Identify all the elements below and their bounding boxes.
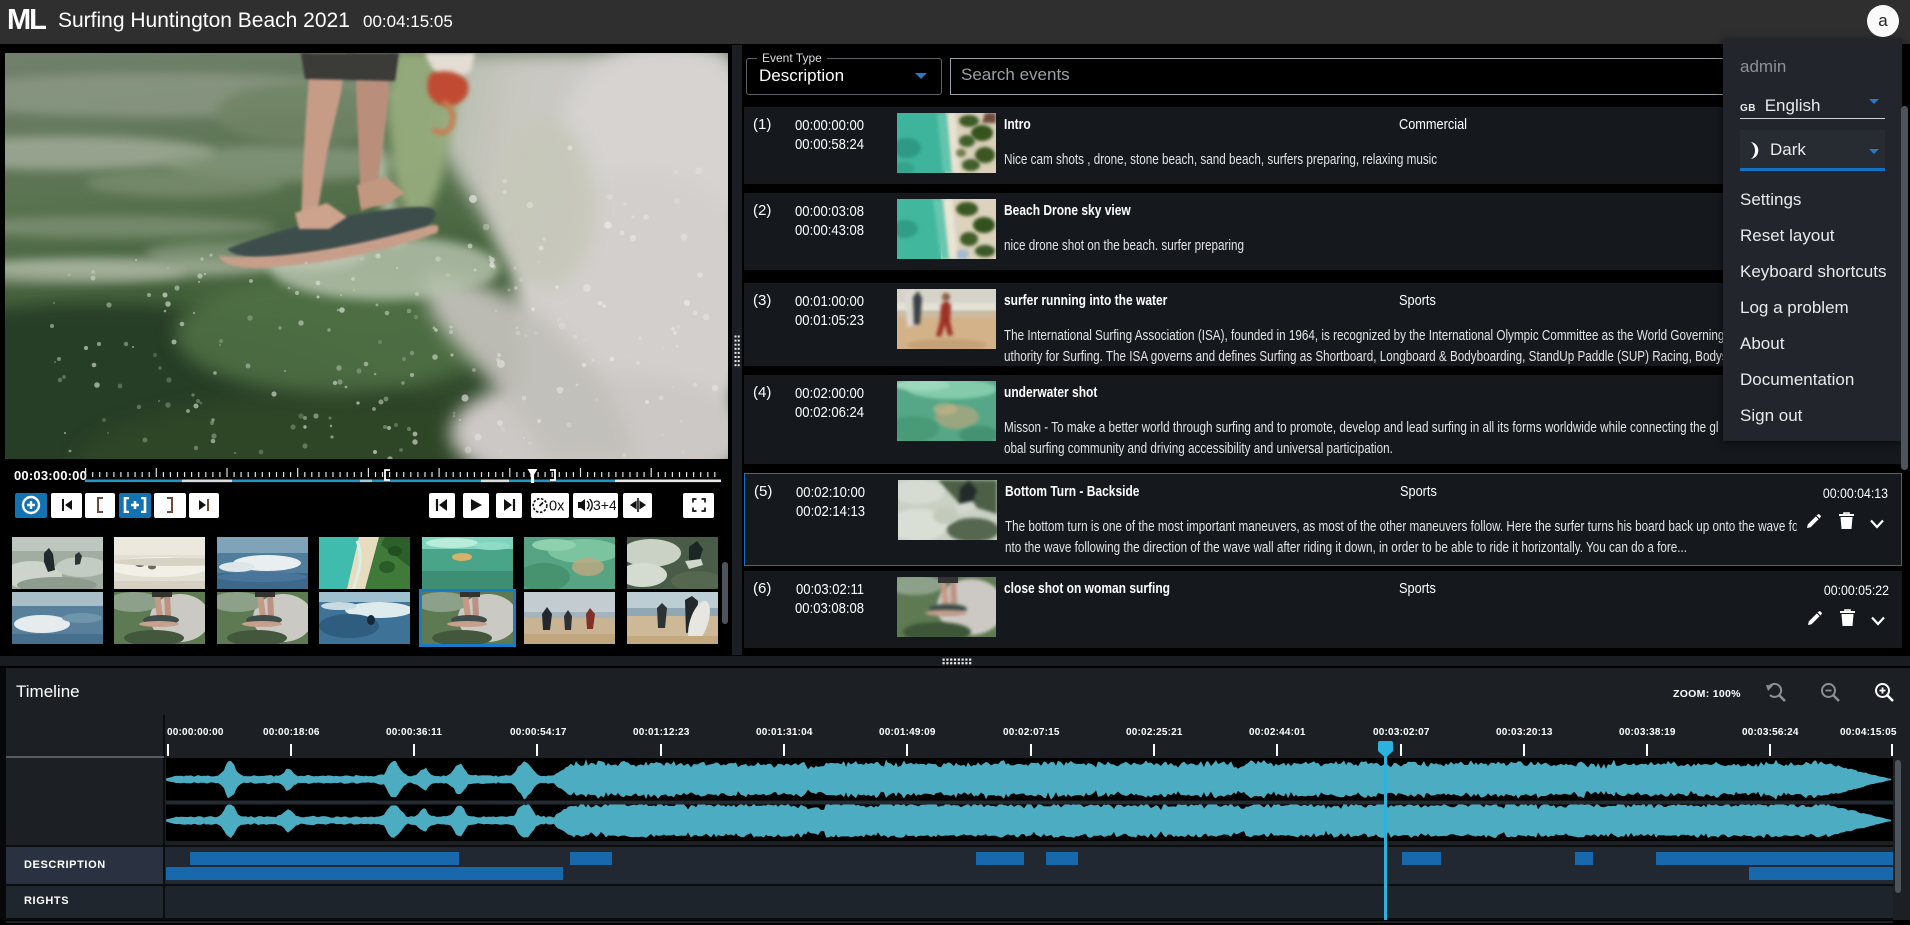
svg-text:0x: 0x <box>549 499 565 515</box>
svg-text:3+4: 3+4 <box>593 497 616 513</box>
